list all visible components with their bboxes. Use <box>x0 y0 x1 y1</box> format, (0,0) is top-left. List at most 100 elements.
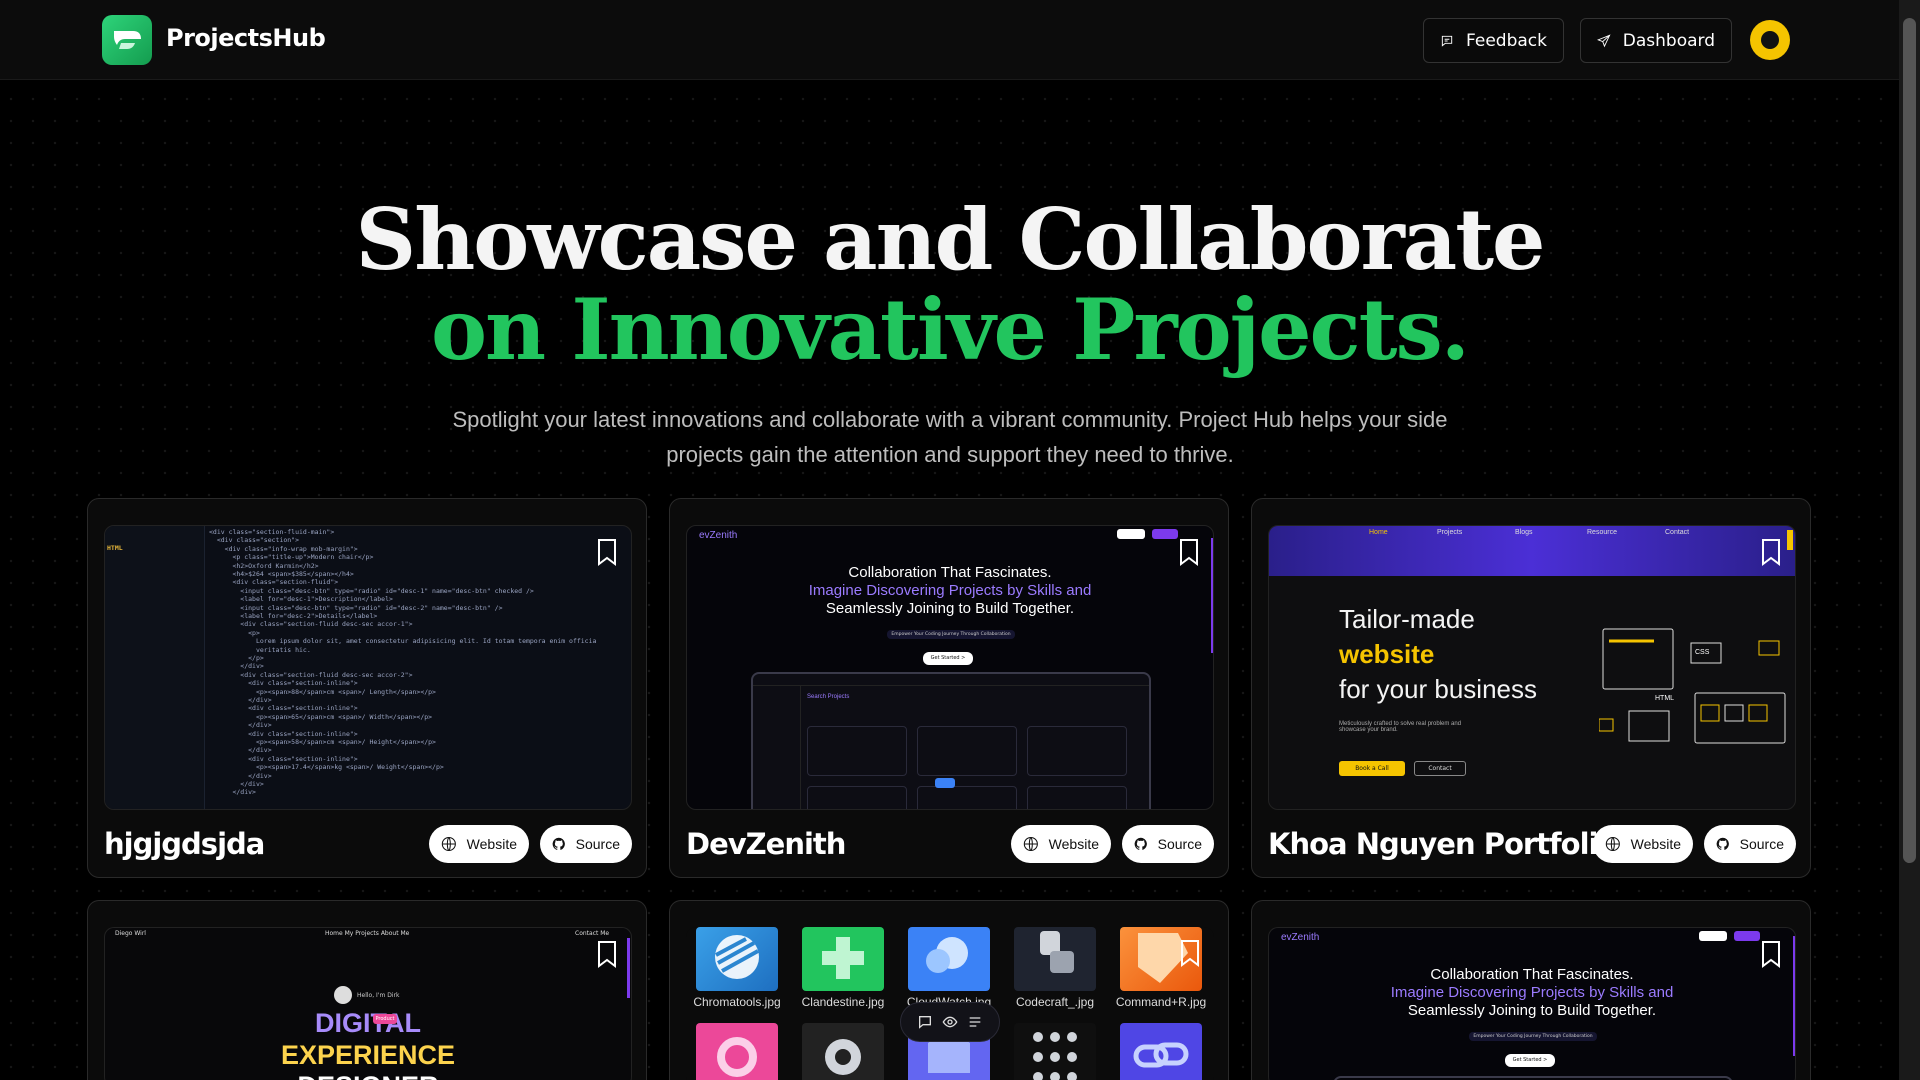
preview-line2: EXPERIENCE <box>280 1040 456 1070</box>
project-screenshot[interactable]: evZenith Collaboration That Fascinates. … <box>1268 927 1796 1080</box>
image-tile <box>1014 927 1096 991</box>
globe-icon <box>441 836 456 852</box>
bookmark-icon[interactable] <box>597 538 617 566</box>
blocks-icon <box>1040 931 1074 973</box>
code-line: <h2>Oxford Karmin</h2> <box>209 561 319 570</box>
preview-login-button <box>935 778 955 788</box>
hero-title-line1: Showcase and Collaborate <box>355 190 1546 289</box>
code-line: <div class="section-inline"> <box>209 754 358 763</box>
preview-project-tile <box>807 786 907 809</box>
comment-icon[interactable] <box>917 1014 933 1030</box>
preview-line2: Imagine Discovering Projects by Skills a… <box>808 582 1092 599</box>
floating-toolbar[interactable] <box>900 1002 1000 1042</box>
preview-nav-item: Contact <box>1665 529 1690 536</box>
image-label: Chromatools.jpg <box>693 995 781 1009</box>
message-icon <box>1441 35 1453 47</box>
bookmark-icon[interactable] <box>1180 939 1200 967</box>
code-line: <h4>$264 <span>$385</span></h4> <box>209 570 354 578</box>
illustration-icon <box>1599 628 1786 744</box>
code-line: <p class="title-up">Modern chair</p> <box>209 553 374 562</box>
project-screenshot[interactable]: HTML <div class="section-fluid-main"> <d… <box>104 525 632 810</box>
eye-icon[interactable] <box>942 1014 958 1030</box>
preview-nav-item: Home <box>1369 529 1388 536</box>
source-label: Source <box>575 836 620 852</box>
image-label: Clandestine.jpg <box>801 995 885 1009</box>
preview-project-tile <box>917 786 1017 809</box>
github-icon <box>1716 837 1729 850</box>
preview-project-tile <box>807 726 907 776</box>
image-label: Codecraft_.jpg <box>1015 995 1095 1009</box>
preview-line1: Collaboration That Fascinates. <box>848 564 1052 581</box>
code-line: </p> <box>209 654 264 662</box>
bookmark-icon[interactable] <box>1761 940 1781 968</box>
send-icon <box>1597 33 1611 47</box>
menu-icon[interactable] <box>967 1014 983 1030</box>
source-button[interactable]: Source <box>1704 825 1796 863</box>
project-card[interactable]: Home Projects Blogs Resource Contact Tai… <box>1251 498 1811 878</box>
code-line: <div class="section-inline"> <box>209 679 358 688</box>
file-label: HTML <box>107 544 123 552</box>
preview-accent-bar <box>1787 530 1793 550</box>
website-button[interactable]: Website <box>1011 825 1111 863</box>
preview-html-tag: HTML <box>1655 695 1675 702</box>
project-card[interactable]: Diego Wirl Home My Projects About Me Con… <box>87 900 647 1080</box>
code-line: </div> <box>209 788 256 797</box>
code-line: <input class="desc-btn" type="radio" id=… <box>209 603 503 612</box>
website-button[interactable]: Website <box>1593 825 1693 863</box>
preview-login-chip <box>1699 931 1727 941</box>
lens-icon <box>825 1039 861 1075</box>
preview-signup-chip <box>1734 931 1760 941</box>
globe-icon <box>1023 836 1038 852</box>
preview-nav: Home My Projects About Me <box>325 930 410 937</box>
code-line: <p> <box>209 628 260 637</box>
code-line: <p><span>58</span>cm <span>/ Height</spa… <box>209 738 436 746</box>
preview-cta: Get Started > <box>1505 1054 1555 1067</box>
code-line: <div class="section-fluid"> <box>209 578 339 587</box>
source-button[interactable]: Source <box>1122 825 1214 863</box>
preview-headline-3: for your business <box>1339 674 1537 704</box>
bookmark-icon[interactable] <box>1179 538 1199 566</box>
code-line: Lorem ipsum dolor sit, amet consectetur … <box>209 637 597 646</box>
website-label: Website <box>1630 836 1681 852</box>
user-avatar[interactable] <box>1750 20 1790 60</box>
dashboard-button[interactable]: Dashboard <box>1580 18 1732 63</box>
preview-nav-item: Projects <box>1437 529 1463 536</box>
bookmark-icon[interactable] <box>1761 538 1781 566</box>
project-screenshot[interactable]: evZenith Collaboration That Fascinates. … <box>686 525 1214 810</box>
project-screenshot[interactable]: Diego Wirl Home My Projects About Me Con… <box>104 927 632 1080</box>
dots-grid-icon <box>1033 1032 1077 1080</box>
code-line: </div> <box>209 771 272 780</box>
code-line: <div class="section-fluid desc-sec accor… <box>209 670 413 679</box>
image-tile <box>696 1023 778 1080</box>
website-button[interactable]: Website <box>429 825 529 863</box>
preview-line3: Seamlessly Joining to Build Together. <box>825 600 1075 617</box>
project-title[interactable]: DevZenith <box>686 827 846 861</box>
preview-nav: Home Projects Blogs Resource Contact <box>1269 526 1795 576</box>
scrollbar-thumb[interactable] <box>1903 18 1916 863</box>
source-button[interactable]: Source <box>540 825 632 863</box>
code-line: <div class="section-fluid-main"> <box>209 528 335 536</box>
project-title[interactable]: hjgjgdsjda <box>104 827 265 861</box>
github-icon <box>1134 837 1147 850</box>
preview-line1: Collaboration That Fascinates. <box>1430 966 1634 983</box>
project-card[interactable]: Chromatools.jpg Clandestine.jpg CloudWat… <box>669 900 1229 1080</box>
project-card[interactable]: HTML <div class="section-fluid-main"> <d… <box>87 498 647 878</box>
feedback-button[interactable]: Feedback <box>1423 18 1564 63</box>
project-title[interactable]: Khoa Nguyen Portfolio <box>1268 827 1617 861</box>
plus-icon <box>822 937 864 979</box>
ring-icon <box>717 1037 757 1077</box>
preview-login-chip <box>1117 529 1145 539</box>
project-screenshot[interactable]: Home Projects Blogs Resource Contact Tai… <box>1268 525 1796 810</box>
preview-tagline: Empower Your Coding Journey Through Coll… <box>1469 1032 1597 1041</box>
preview-brand: evZenith <box>699 530 738 541</box>
source-label: Source <box>1157 836 1202 852</box>
brand-name[interactable]: ProjectsHub <box>166 24 326 52</box>
bookmark-icon[interactable] <box>597 940 617 968</box>
project-card[interactable]: evZenith Collaboration That Fascinates. … <box>669 498 1229 878</box>
logo-icon[interactable] <box>102 15 152 65</box>
page-scrollbar[interactable] <box>1899 0 1920 1080</box>
code-line: <p><span>17.4</span>kg <span>/ Weight</s… <box>209 763 444 772</box>
hero-title-line2: on Innovative Projects. <box>430 280 1470 379</box>
code-line: <div class="section-inline"> <box>209 704 358 713</box>
project-card[interactable]: evZenith Collaboration That Fascinates. … <box>1251 900 1811 1080</box>
